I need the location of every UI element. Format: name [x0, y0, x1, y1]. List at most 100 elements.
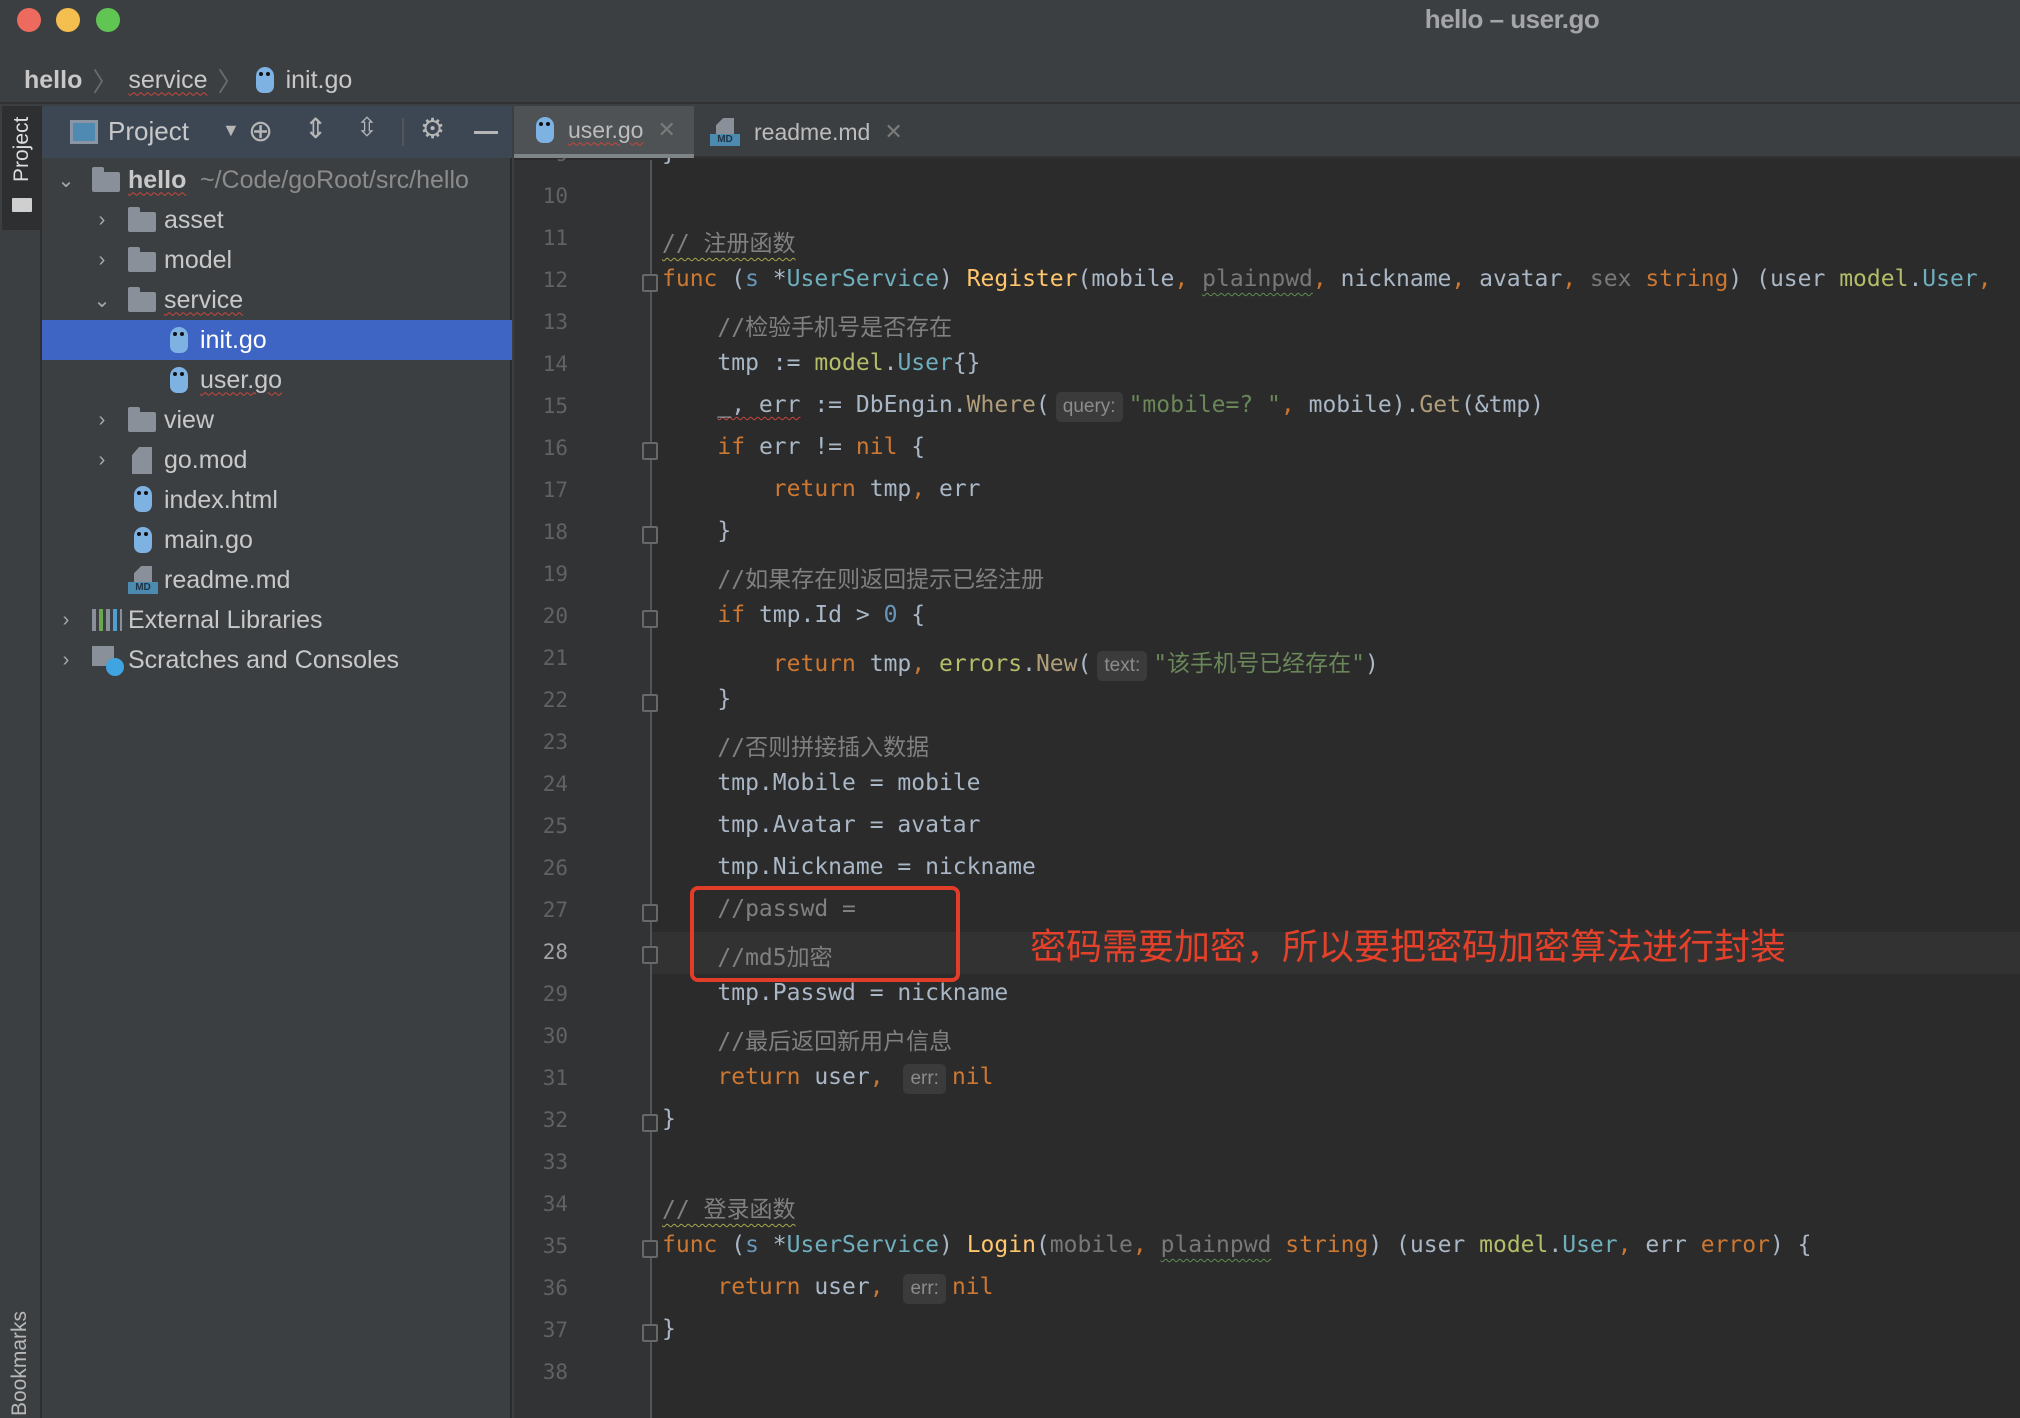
chevron-down-icon[interactable]: ⌄ [56, 168, 76, 193]
chevron-right-icon[interactable]: › [56, 649, 76, 672]
fold-guide [650, 160, 652, 1418]
code-editor[interactable]: user.go ✕ MD readme.md ✕ 9}1011// 注册函数12… [514, 106, 2020, 1418]
code-line[interactable]: //如果存在则返回提示已经注册 [662, 560, 1044, 594]
tree-label: main.go [164, 525, 253, 554]
code-line[interactable]: func (s *UserService) Login(mobile, plai… [662, 1232, 1812, 1258]
code-line[interactable]: } [662, 1316, 676, 1342]
code-line[interactable]: if err != nil { [662, 434, 925, 460]
code-line[interactable]: tmp.Passwd = nickname [662, 980, 1008, 1006]
code-line[interactable]: return user, err: nil [662, 1274, 994, 1304]
tree-item-asset[interactable]: › asset [42, 200, 512, 240]
tree-item-init-go[interactable]: init.go [42, 320, 512, 360]
code-line[interactable]: tmp.Mobile = mobile [662, 770, 980, 796]
scratches-icon [92, 646, 124, 676]
tab-readme-md[interactable]: MD readme.md ✕ [710, 106, 910, 158]
line-number: 11 [542, 226, 568, 250]
tree-item-view[interactable]: › view [42, 400, 512, 440]
code-line[interactable]: //最后返回新用户信息 [662, 1022, 952, 1056]
breadcrumb-hello[interactable]: hello [24, 66, 82, 95]
code-line[interactable]: tmp := model.User{} [662, 350, 980, 376]
gear-icon[interactable]: ⚙ [420, 112, 445, 145]
dropdown-icon[interactable]: ▼ [222, 120, 240, 141]
fold-marker-icon[interactable] [642, 694, 658, 712]
line-number: 33 [542, 1150, 568, 1174]
project-panel-toolbar: Project ▼ ⊕ ⇕ ⇳ ⚙ [42, 106, 512, 158]
hide-panel-icon[interactable] [474, 131, 498, 134]
fold-marker-icon[interactable] [642, 904, 658, 922]
project-view-selector[interactable]: Project [108, 116, 189, 147]
line-number: 32 [542, 1108, 568, 1132]
tree-item-service[interactable]: ⌄ service [42, 280, 512, 320]
code-line[interactable]: } [662, 518, 731, 544]
line-number: 36 [542, 1276, 568, 1300]
tree-item-model[interactable]: › model [42, 240, 512, 280]
tree-item-main-go[interactable]: main.go [42, 520, 512, 560]
tab-user-go[interactable]: user.go ✕ [514, 106, 694, 158]
chevron-right-icon[interactable]: › [92, 249, 112, 272]
code-line[interactable]: //检验手机号是否存在 [662, 308, 952, 342]
line-number: 24 [542, 772, 568, 796]
chevron-right-icon[interactable]: › [92, 409, 112, 432]
close-icon[interactable]: ✕ [657, 117, 675, 143]
line-number: 20 [542, 604, 568, 628]
line-number: 26 [542, 856, 568, 880]
code-line[interactable]: // 登录函数 [662, 1190, 796, 1224]
code-line[interactable]: // 注册函数 [662, 224, 796, 258]
line-number: 15 [542, 394, 568, 418]
code-line[interactable]: } [662, 1106, 676, 1132]
chevron-right-icon[interactable]: › [92, 209, 112, 232]
bookmarks-strip-label[interactable]: Bookmarks [8, 1311, 32, 1416]
chevron-right-icon[interactable]: › [56, 609, 76, 632]
locate-icon[interactable]: ⊕ [248, 114, 273, 149]
code-line[interactable]: return user, err: nil [662, 1064, 994, 1094]
tree-label: view [164, 405, 215, 434]
fold-marker-icon[interactable] [642, 610, 658, 628]
chevron-right-icon[interactable]: › [92, 449, 112, 472]
tree-item-external-libraries[interactable]: › External Libraries [42, 600, 512, 640]
expand-all-icon[interactable]: ⇕ [304, 112, 327, 145]
folder-icon [128, 247, 156, 272]
breadcrumb-service[interactable]: service [128, 66, 207, 95]
chevron-down-icon[interactable]: ⌄ [92, 288, 112, 313]
code-line[interactable]: tmp.Avatar = avatar [662, 812, 980, 838]
tree-item-go-mod[interactable]: › go.mod [42, 440, 512, 480]
code-line[interactable]: func (s *UserService) Register(mobile, p… [662, 266, 1992, 292]
tree-item-scratches[interactable]: › Scratches and Consoles [42, 640, 512, 680]
line-number: 12 [542, 268, 568, 292]
tree-item-user-go[interactable]: user.go [42, 360, 512, 400]
collapse-all-icon[interactable]: ⇳ [356, 112, 378, 143]
tree-item-index-html[interactable]: index.html [42, 480, 512, 520]
line-number: 13 [542, 310, 568, 334]
tab-label: readme.md [754, 118, 871, 145]
code-line[interactable]: tmp.Nickname = nickname [662, 854, 1036, 880]
folder-icon [128, 407, 156, 432]
fold-marker-icon[interactable] [642, 1240, 658, 1258]
file-icon [132, 447, 152, 474]
code-line[interactable]: } [662, 686, 731, 712]
code-line[interactable]: return tmp, errors.New(text: "该手机号已经存在") [662, 644, 1379, 681]
close-icon[interactable]: ✕ [884, 119, 902, 145]
breadcrumb-init-go[interactable]: init.go [286, 66, 353, 95]
fold-marker-icon[interactable] [642, 274, 658, 292]
chevron-right-icon: 〉 [217, 66, 244, 97]
line-number: 23 [542, 730, 568, 754]
fold-marker-icon[interactable] [642, 946, 658, 964]
fold-marker-icon[interactable] [642, 1114, 658, 1132]
code-line[interactable]: //否则拼接插入数据 [662, 728, 929, 762]
project-tool-button[interactable]: Project [2, 106, 40, 230]
line-number: 16 [542, 436, 568, 460]
tree-item-hello[interactable]: ⌄ hello ~/Code/goRoot/src/hello [42, 160, 512, 200]
fold-marker-icon[interactable] [642, 442, 658, 460]
code-line[interactable]: return tmp, err [662, 476, 981, 502]
project-view-icon [70, 120, 98, 144]
fold-marker-icon[interactable] [642, 1324, 658, 1342]
tree-label: service [164, 285, 244, 314]
tree-label: model [164, 245, 233, 274]
code-line[interactable]: if tmp.Id > 0 { [662, 602, 925, 628]
toolbar-divider [402, 118, 404, 146]
code-line[interactable]: _, err := DbEngin.Where(query: "mobile=? … [662, 392, 1544, 422]
tree-label: readme.md [164, 565, 291, 594]
tree-item-readme-md[interactable]: MD readme.md [42, 560, 512, 600]
fold-marker-icon[interactable] [642, 526, 658, 544]
line-number: 31 [542, 1066, 568, 1090]
